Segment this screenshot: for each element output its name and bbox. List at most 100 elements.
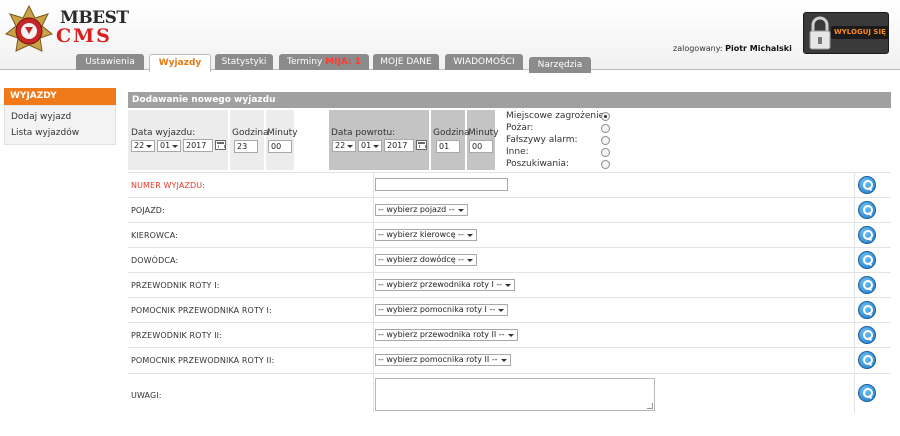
logout-panel: WYLOGUJ SIĘ <box>803 12 889 54</box>
divider <box>854 248 855 272</box>
calendar-icon[interactable] <box>416 140 427 150</box>
type-label-pozar: Pożar: <box>506 123 534 133</box>
tab-wiadomosci[interactable]: WIADOMOŚCI <box>445 54 523 70</box>
type-radio-falszywy[interactable] <box>601 136 610 145</box>
fire-brigade-emblem-icon <box>4 4 54 52</box>
help-icon[interactable] <box>858 326 876 344</box>
help-icon[interactable] <box>858 176 876 194</box>
form-row-uwagi: UWAGI: <box>128 373 891 413</box>
help-icon[interactable] <box>858 301 876 319</box>
divider <box>854 273 855 297</box>
chevron-down-icon <box>466 234 473 237</box>
tab-ustawienia[interactable]: Ustawienia <box>76 54 144 70</box>
select-value: -- wybierz pomocnika roty II -- <box>378 355 498 364</box>
logged-in-user: zalogowany: Piotr Michalski <box>673 44 792 53</box>
select-value: -- wybierz przewodnika roty II -- <box>378 330 505 339</box>
calendar-icon[interactable] <box>215 140 226 150</box>
logout-button[interactable]: WYLOGUJ SIĘ <box>831 26 889 39</box>
divider <box>373 298 374 322</box>
tab-label: Narzędzia <box>537 60 583 70</box>
tab-wyjazdy[interactable]: Wyjazdy <box>149 54 211 72</box>
type-radio-inne[interactable] <box>601 148 610 157</box>
field-label: POMOCNIK PRZEWODNIKA ROTY II: <box>131 356 275 365</box>
tab-narzedzia[interactable]: Narzędzia <box>529 57 591 73</box>
przewodnik-roty-2-select[interactable]: -- wybierz przewodnika roty II -- <box>375 329 518 341</box>
field-label: DOWÓDCA: <box>131 256 179 265</box>
help-icon[interactable] <box>858 384 876 402</box>
divider <box>373 173 374 197</box>
type-radio-miejscowe[interactable] <box>601 112 610 121</box>
sidebar-item-lista-wyjazdow[interactable]: Lista wyjazdów <box>11 128 79 138</box>
select-value: 01 <box>160 141 171 150</box>
return-hour-label: Godzina <box>433 128 470 138</box>
chevron-down-icon <box>146 145 152 148</box>
divider <box>373 323 374 347</box>
divider <box>854 374 855 413</box>
przewodnik-roty-1-select[interactable]: -- wybierz przewodnika roty I -- <box>375 279 516 291</box>
field-label: NUMER WYJAZDU: <box>131 181 205 190</box>
return-minute-input[interactable]: 00 <box>469 140 493 153</box>
select-value: -- wybierz kierowcę -- <box>378 230 464 239</box>
pomocnik-roty-2-select[interactable]: -- wybierz pomocnika roty II -- <box>375 354 511 366</box>
select-value: 22 <box>134 141 145 150</box>
divider <box>854 298 855 322</box>
return-hour-input[interactable]: 01 <box>436 140 460 153</box>
help-icon[interactable] <box>858 351 876 369</box>
help-icon[interactable] <box>858 226 876 244</box>
form-row-numer-wyjazdu: NUMER WYJAZDU: <box>128 172 891 197</box>
user-name: Piotr Michalski <box>725 44 792 53</box>
padlock-icon <box>809 16 831 50</box>
departure-year-input[interactable]: 2017 <box>183 139 213 152</box>
divider <box>373 248 374 272</box>
chevron-down-icon <box>373 145 379 148</box>
departure-minute-label: Minuty <box>267 128 298 138</box>
divider <box>373 198 374 222</box>
select-value: -- wybierz pojazd -- <box>378 205 455 214</box>
form-row-pomocnik-roty-1: POMOCNIK PRZEWODNIKA ROTY I: -- wybierz … <box>128 297 891 322</box>
departure-date-label: Data wyjazdu: <box>131 128 196 138</box>
type-radio-pozar[interactable] <box>601 124 610 133</box>
tab-statystyki[interactable]: Statystyki <box>215 54 273 70</box>
return-month-select[interactable]: 01 <box>358 140 382 152</box>
pojazd-select[interactable]: -- wybierz pojazd -- <box>375 204 468 216</box>
select-value: -- wybierz pomocnika roty I -- <box>378 305 496 314</box>
tab-terminy[interactable]: Terminy MIJA: 1 <box>279 54 369 70</box>
help-icon[interactable] <box>858 251 876 269</box>
chevron-down-icon <box>507 334 514 337</box>
chevron-down-icon <box>505 284 512 287</box>
tab-label: Wyjazdy <box>158 58 202 68</box>
type-label-miejscowe: Miejscowe zagrożenie: <box>506 111 608 121</box>
departure-month-select[interactable]: 01 <box>157 140 181 152</box>
dowodca-select[interactable]: -- wybierz dowódcę -- <box>375 254 477 266</box>
pomocnik-roty-1-select[interactable]: -- wybierz pomocnika roty I -- <box>375 304 509 316</box>
departure-hour-label: Godzina <box>232 128 269 138</box>
type-radio-poszukiwania[interactable] <box>601 160 610 169</box>
tab-moje-dane[interactable]: MOJE DANE <box>373 54 439 70</box>
return-day-select[interactable]: 22 <box>332 140 356 152</box>
return-year-input[interactable]: 2017 <box>384 139 414 152</box>
uwagi-textarea[interactable] <box>375 378 655 411</box>
chevron-down-icon <box>457 209 464 212</box>
departure-day-select[interactable]: 22 <box>131 140 155 152</box>
type-label-falszywy: Fałszywy alarm: <box>506 135 578 145</box>
user-label: zalogowany: <box>673 44 723 53</box>
form-row-przewodnik-roty-2: PRZEWODNIK ROTY II: -- wybierz przewodni… <box>128 322 891 347</box>
chevron-down-icon <box>466 259 473 262</box>
select-value: 01 <box>361 141 372 150</box>
help-icon[interactable] <box>858 276 876 294</box>
departure-hour-input[interactable]: 23 <box>234 140 258 153</box>
form-row-dowodca: DOWÓDCA: -- wybierz dowódcę -- <box>128 247 891 272</box>
field-label: KIEROWCA: <box>131 231 178 240</box>
divider <box>854 198 855 222</box>
chevron-down-icon <box>172 145 178 148</box>
departure-minute-input[interactable]: 00 <box>268 140 292 153</box>
deadline-badge: MIJA: 1 <box>325 57 361 67</box>
form-row-kierowca: KIEROWCA: -- wybierz kierowcę -- <box>128 222 891 247</box>
numer-wyjazdu-input[interactable] <box>375 178 508 191</box>
kierowca-select[interactable]: -- wybierz kierowcę -- <box>375 229 477 241</box>
tab-label: MOJE DANE <box>380 57 432 67</box>
help-icon[interactable] <box>858 201 876 219</box>
tab-label: Statystyki <box>221 57 267 67</box>
sidebar-item-dodaj-wyjazd[interactable]: Dodaj wyjazd <box>11 112 71 122</box>
select-value: -- wybierz dowódcę -- <box>378 255 464 264</box>
